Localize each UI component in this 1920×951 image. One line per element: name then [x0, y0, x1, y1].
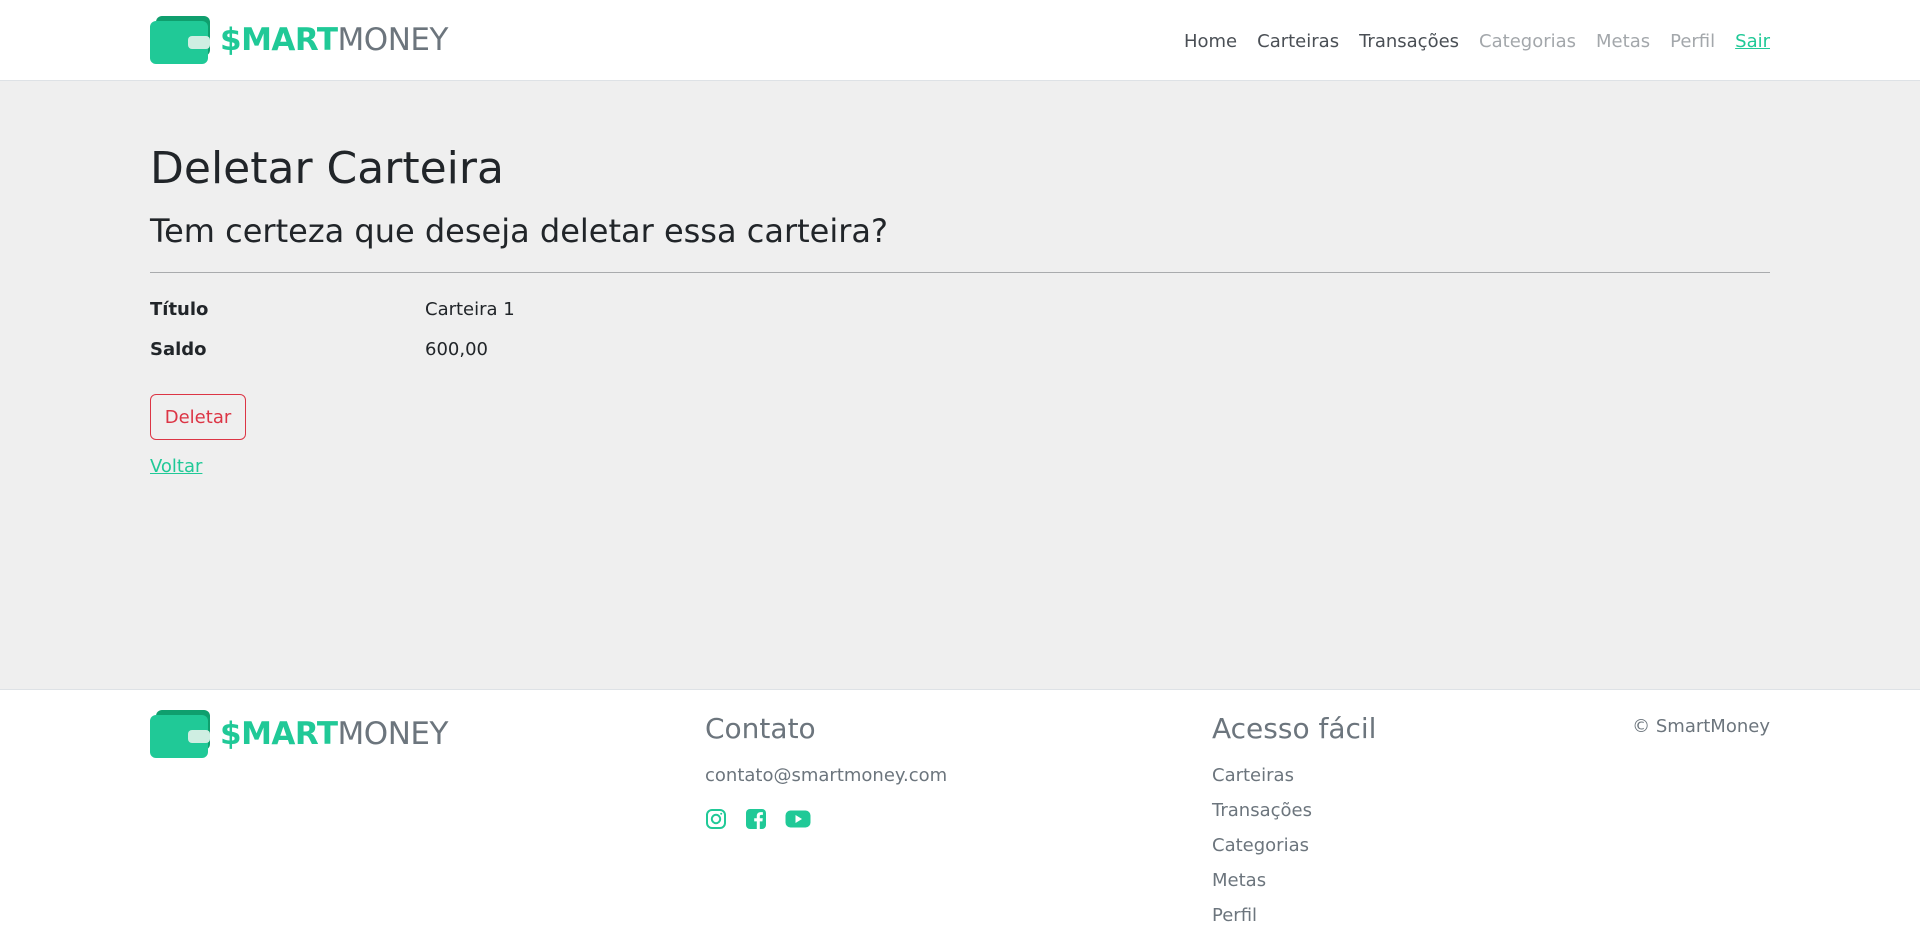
footer-link-metas[interactable]: Metas [1212, 870, 1266, 891]
detail-value: 600,00 [425, 339, 488, 360]
contact-heading: Contato [705, 712, 816, 745]
footer-link-categorias[interactable]: Categorias [1212, 835, 1309, 856]
list-item: Metas [1212, 869, 1376, 904]
detail-label: Título [150, 299, 209, 320]
footer: $MARTMONEY Contato contato@smartmoney.co… [0, 689, 1920, 951]
footer-contact: Contato contato@smartmoney.com [705, 712, 947, 834]
list-item: Transações [1212, 799, 1376, 834]
brand-wordmark: $MARTMONEY [220, 21, 448, 58]
page-title: Deletar Carteira [150, 143, 504, 194]
access-heading: Acesso fácil [1212, 712, 1377, 745]
social-links [705, 808, 947, 834]
nav-sair[interactable]: Sair [1735, 29, 1770, 55]
brand-logo[interactable]: $MARTMONEY [150, 16, 448, 64]
nav-transacoes[interactable]: Transações [1359, 29, 1459, 55]
footer-access: Acesso fácil Carteiras Transações Catego… [1212, 712, 1376, 939]
facebook-icon[interactable] [745, 808, 767, 834]
footer-link-transacoes[interactable]: Transações [1212, 800, 1312, 821]
detail-value: Carteira 1 [425, 299, 515, 320]
detail-row-titulo: Título Carteira 1 [150, 298, 515, 322]
nav-carteiras[interactable]: Carteiras [1257, 29, 1339, 55]
access-links: Carteiras Transações Categorias Metas Pe… [1212, 764, 1376, 939]
main-content: Deletar Carteira Tem certeza que deseja … [0, 81, 1920, 689]
list-item: Carteiras [1212, 764, 1376, 799]
youtube-icon[interactable] [785, 809, 811, 833]
wallet-icon [150, 16, 210, 64]
detail-row-saldo: Saldo 600,00 [150, 338, 488, 362]
nav-metas[interactable]: Metas [1596, 29, 1650, 55]
footer-brand-wordmark: $MARTMONEY [220, 715, 448, 752]
navbar: $MARTMONEY Home Carteiras Transações Cat… [0, 0, 1920, 81]
contact-email: contato@smartmoney.com [705, 764, 948, 786]
detail-label: Saldo [150, 339, 207, 360]
nav-perfil[interactable]: Perfil [1670, 29, 1715, 55]
copyright: © SmartMoney [1632, 716, 1770, 737]
back-link[interactable]: Voltar [150, 455, 202, 479]
delete-button[interactable]: Deletar [150, 394, 246, 440]
nav-home[interactable]: Home [1184, 29, 1237, 55]
footer-brand-logo: $MARTMONEY [150, 710, 448, 758]
list-item: Perfil [1212, 904, 1376, 939]
instagram-icon[interactable] [705, 808, 727, 834]
nav-categorias[interactable]: Categorias [1479, 29, 1576, 55]
divider [150, 272, 1770, 273]
page-subtitle: Tem certeza que deseja deletar essa cart… [150, 212, 888, 250]
main-nav: Home Carteiras Transações Categorias Met… [1164, 29, 1770, 55]
footer-link-carteiras[interactable]: Carteiras [1212, 765, 1294, 786]
footer-link-perfil[interactable]: Perfil [1212, 905, 1257, 926]
wallet-icon [150, 710, 210, 758]
list-item: Categorias [1212, 834, 1376, 869]
